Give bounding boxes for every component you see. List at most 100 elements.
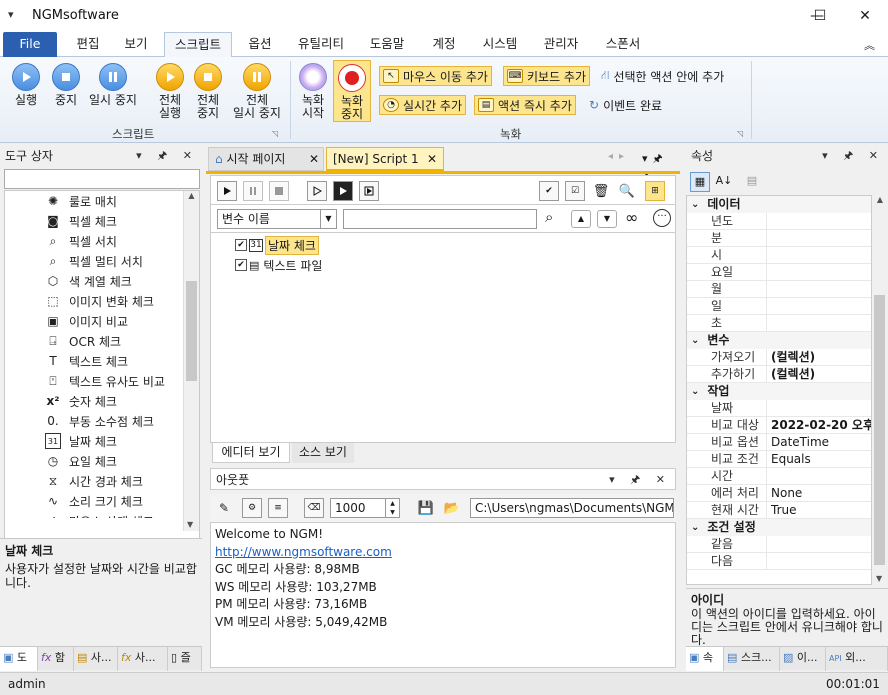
quick-access-icon[interactable]: ▾ [8, 8, 14, 21]
toolbox-item[interactable]: T 텍스트 체크 [45, 351, 185, 371]
close-tab-icon[interactable]: ✕ [309, 148, 319, 171]
property-row[interactable]: 같음 [687, 536, 871, 553]
variable-select[interactable]: 변수 이름 ▼ [217, 209, 337, 229]
property-value[interactable] [767, 468, 871, 484]
more-icon[interactable]: ··· [653, 209, 671, 227]
filter-icon[interactable]: ⚙ [242, 498, 262, 518]
property-value[interactable]: True [767, 502, 871, 518]
add-in-selected-button[interactable]: ⛙ 선택한 액션 안에 추가 [598, 66, 727, 86]
property-row[interactable]: 가져오기 (컬렉션) [687, 349, 871, 366]
toolbox-item[interactable]: ⌕ 픽셀 서치 [45, 231, 185, 251]
event-done-button[interactable]: ↻ 이벤트 완료 [586, 95, 665, 115]
property-value[interactable]: DateTime [767, 434, 871, 450]
categorized-icon[interactable]: ▦ [690, 172, 710, 192]
property-value[interactable]: (컬렉션) [767, 349, 871, 365]
tree-item[interactable]: ✔ 31 날짜 체크 [235, 235, 319, 255]
search-icon[interactable]: 🔍 [617, 181, 637, 201]
record-stop-button[interactable]: 녹화 중지 [333, 60, 371, 122]
property-value[interactable] [767, 264, 871, 280]
tree-item[interactable]: ✔ ▤ 텍스트 파일 [235, 256, 322, 274]
collapse-icon[interactable]: ⌄ [691, 519, 699, 536]
scroll-down-icon[interactable]: ▼ [876, 574, 882, 583]
play-icon[interactable] [217, 181, 237, 201]
property-value[interactable] [767, 281, 871, 297]
sort-az-icon[interactable]: A↓ [714, 172, 734, 192]
stop-button[interactable]: 중지 [48, 63, 84, 107]
log-path-input[interactable]: C:\Users\ngmas\Documents\NGM6\ [470, 498, 674, 518]
run-button[interactable]: 실행 [8, 63, 44, 107]
check-all-icon[interactable]: ✔ [539, 181, 559, 201]
step-icon[interactable] [307, 181, 327, 201]
scroll-up-icon[interactable]: ▲ [872, 195, 888, 204]
tab-edit[interactable]: 편집 [66, 32, 110, 57]
property-row[interactable]: 요일 [687, 264, 871, 281]
dialog-launcher-icon[interactable]: ◹ [737, 129, 743, 138]
collapse-icon[interactable]: ⌄ [691, 332, 699, 349]
list-icon[interactable]: ≡ [268, 498, 288, 518]
pause-button[interactable]: 일시 중지 [86, 63, 140, 107]
property-value[interactable] [767, 298, 871, 314]
tab-account[interactable]: 계정 [422, 32, 466, 57]
property-value[interactable]: (컬렉션) [767, 366, 871, 382]
tab-editor-view[interactable]: 에디터 보기 [212, 443, 290, 463]
add-action-now-button[interactable]: ▤ 액션 즉시 추가 [474, 95, 576, 115]
property-value[interactable] [767, 230, 871, 246]
tab-scroll-icon[interactable]: ◂▸ [608, 151, 630, 162]
tab-external[interactable]: API 외... [826, 647, 888, 671]
property-row[interactable]: 비교 옵션 DateTime [687, 434, 871, 451]
scroll-thumb[interactable] [186, 281, 197, 381]
property-row[interactable]: 추가하기 (컬렉션) [687, 366, 871, 383]
panel-controls-icon[interactable]: ▾ 🖈 ✕ [609, 469, 671, 491]
website-link[interactable]: http://www.ngmsoftware.com [215, 544, 671, 562]
check-icon[interactable]: ☑ [565, 181, 585, 201]
step-over-icon[interactable] [359, 181, 379, 201]
move-up-icon[interactable]: ▲ [571, 210, 591, 228]
toolbox-item[interactable]: ◖ 마우스 상태 체크 [45, 511, 185, 518]
search-icon[interactable]: ⌕ [545, 208, 553, 226]
property-row[interactable]: 현재 시간 True [687, 502, 871, 519]
run-all-button[interactable]: 전체 실행 [152, 63, 188, 120]
stop-icon[interactable] [269, 181, 289, 201]
toolbox-search-input[interactable] [4, 169, 200, 189]
tab-admin[interactable]: 관리자 [534, 32, 588, 57]
tab-sponsor[interactable]: 스폰서 [596, 32, 650, 57]
step-into-icon[interactable] [333, 181, 353, 201]
tab-source-view[interactable]: 소스 보기 [292, 443, 354, 463]
tab-scripts[interactable]: ▤ 스크... [724, 647, 780, 671]
tab-script[interactable]: 스크립트 [164, 32, 232, 58]
property-pages-icon[interactable]: ▤ [742, 172, 762, 192]
property-row[interactable]: 분 [687, 230, 871, 247]
panel-controls-icon[interactable]: ▾ 🖈 ✕ [822, 145, 884, 167]
delete-icon[interactable]: 🗑 [591, 181, 611, 201]
variable-search-input[interactable] [343, 209, 537, 229]
property-category[interactable]: ⌄ 조건 설정 [687, 519, 871, 536]
property-row[interactable]: 에러 처리 None [687, 485, 871, 502]
checkbox[interactable]: ✔ [235, 259, 247, 271]
toolbox-item[interactable]: ⬡ 색 계열 체크 [45, 271, 185, 291]
toolbox-item[interactable]: x² 숫자 체크 [45, 391, 185, 411]
pause-all-button[interactable]: 전체 일시 중지 [228, 63, 286, 120]
close-button[interactable]: ✕ [842, 0, 888, 32]
chevron-down-icon[interactable]: ▼ [320, 210, 336, 228]
toolbox-item[interactable]: ⬚ 이미지 변화 체크 [45, 291, 185, 311]
property-value[interactable] [767, 213, 871, 229]
property-value[interactable]: Equals [767, 451, 871, 467]
toolbox-item[interactable]: ◙ 픽셀 체크 [45, 211, 185, 231]
property-value[interactable]: None [767, 485, 871, 501]
property-category[interactable]: ⌄ 데이터 [687, 196, 871, 213]
line-count-stepper[interactable]: 1000 ▲ ▼ [330, 498, 400, 518]
scroll-down-icon[interactable]: ▼ [187, 520, 193, 529]
toolbox-item[interactable]: ⌕ 픽셀 멀티 서치 [45, 251, 185, 271]
property-category[interactable]: ⌄ 작업 [687, 383, 871, 400]
property-value[interactable] [767, 247, 871, 263]
property-row[interactable]: 시 [687, 247, 871, 264]
tab-options[interactable]: 옵션 [238, 32, 282, 57]
tab-user[interactable]: ▤ 사... [74, 647, 118, 671]
add-keyboard-button[interactable]: ⌨ 키보드 추가 [503, 66, 591, 86]
maximize-button[interactable]: ☐ [800, 0, 840, 32]
property-row[interactable]: 년도 [687, 213, 871, 230]
tab-favorites[interactable]: ▯ 즐 [168, 647, 202, 671]
property-value[interactable]: 2022-02-20 오후 [767, 417, 871, 433]
tab-start-page[interactable]: ⌂ 시작 페이지 ✕ [208, 147, 324, 171]
add-mouse-move-button[interactable]: ↖ 마우스 이동 추가 [379, 66, 492, 86]
